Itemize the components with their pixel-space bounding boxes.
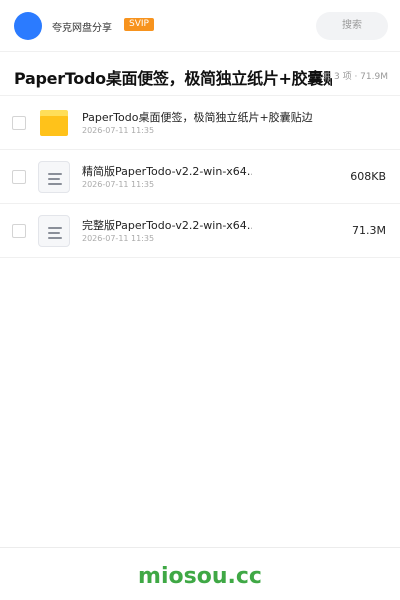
file-row-lite[interactable]: 精简版PaperTodo-v2.2-win-x64… 2026-07-11 11…: [0, 150, 400, 204]
share-summary: 共 3 项 · 71.9M: [322, 72, 388, 82]
share-header: 夸克网盘分享 SVIP 搜索: [0, 0, 400, 52]
file-row-full[interactable]: 完整版PaperTodo-v2.2-win-x64… 2026-07-11 11…: [0, 204, 400, 258]
file-date: 2026-07-11 11:35: [82, 180, 155, 189]
select-checkbox[interactable]: [12, 116, 26, 130]
document-icon: [38, 161, 70, 193]
search-button[interactable]: 搜索: [316, 12, 388, 40]
sharer-name[interactable]: 夸克网盘分享: [52, 19, 112, 34]
select-checkbox[interactable]: [12, 224, 26, 238]
share-title-bar: PaperTodo桌面便签，极简独立纸片+胶囊贴边 共 3 项 · 71.9M: [0, 52, 400, 96]
file-date: 2026-07-11 11:35: [82, 234, 155, 243]
user-avatar[interactable]: [14, 12, 42, 40]
file-date: 2026-07-11 11:35: [82, 126, 155, 135]
file-row-folder[interactable]: PaperTodo桌面便签，极简独立纸片+胶囊贴边 2026-07-11 11:…: [0, 96, 400, 150]
folder-icon: [40, 110, 68, 136]
file-size: 608KB: [350, 170, 386, 183]
file-name[interactable]: 完整版PaperTodo-v2.2-win-x64…: [82, 217, 252, 233]
footer-bar: miosou.cc: [0, 547, 400, 600]
file-name[interactable]: PaperTodo桌面便签，极简独立纸片+胶囊贴边: [82, 109, 332, 125]
file-size: 71.3M: [352, 224, 386, 237]
file-name[interactable]: 精简版PaperTodo-v2.2-win-x64…: [82, 163, 252, 179]
watermark-text: miosou.cc: [138, 564, 262, 589]
share-title: PaperTodo桌面便签，极简独立纸片+胶囊贴边: [14, 69, 332, 88]
select-checkbox[interactable]: [12, 170, 26, 184]
document-icon: [38, 215, 70, 247]
svip-badge: SVIP: [124, 18, 154, 31]
